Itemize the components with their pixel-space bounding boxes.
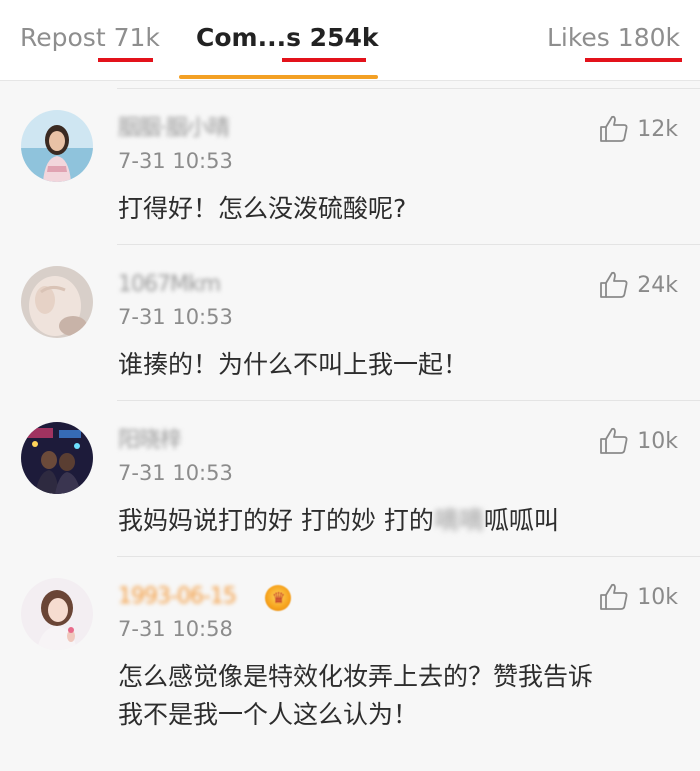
comment-time: 7-31 10:53 xyxy=(118,149,233,173)
like-button[interactable]: 10k xyxy=(599,582,678,612)
tab-comments[interactable]: Com...s 254k xyxy=(196,18,378,62)
comment-item: 1993-06-15 ♛ 7-31 10:58 怎么感觉像是特效化妆弄上去的？赞… xyxy=(0,556,700,771)
like-count: 10k xyxy=(637,584,678,610)
active-tab-indicator xyxy=(179,75,378,79)
thumbs-up-icon xyxy=(600,271,628,298)
comment-text: 我妈妈说打的好 打的妙 打的嘀嘀呱呱叫 xyxy=(118,502,678,540)
comments-count-underline xyxy=(282,58,366,62)
likes-count-underline xyxy=(585,58,682,62)
tab-comments-label: Com...s xyxy=(196,23,301,52)
avatar-image xyxy=(21,110,93,182)
avatar[interactable] xyxy=(21,578,93,650)
vip-crown-icon: ♛ xyxy=(265,585,291,611)
tab-repost-count: 71k xyxy=(113,23,160,52)
like-button[interactable]: 24k xyxy=(599,270,678,300)
comment-time: 7-31 10:53 xyxy=(118,305,233,329)
like-button[interactable]: 10k xyxy=(599,426,678,456)
repost-count-underline xyxy=(98,58,153,62)
comment-text: 打得好！怎么没泼硫酸呢? xyxy=(118,194,407,223)
like-count: 12k xyxy=(637,116,678,142)
comment-text: 怎么感觉像是特效化妆弄上去的？赞我告诉 我不是我一个人这么认为！ xyxy=(118,658,678,734)
comment-username[interactable]: 1993-06-15 xyxy=(118,582,237,612)
tab-likes[interactable]: Likes 180k xyxy=(547,18,680,62)
comment-time: 7-31 10:58 xyxy=(118,617,233,641)
tab-likes-count: 180k xyxy=(617,23,680,52)
thumbs-up-icon xyxy=(600,583,628,610)
thumbs-up-icon xyxy=(600,427,628,454)
comment-username[interactable]: 阳晓梓 xyxy=(118,426,182,456)
avatar[interactable] xyxy=(21,110,93,182)
comment-time: 7-31 10:53 xyxy=(118,461,233,485)
comment-text-part: 我妈妈说打的好 打的妙 打的 xyxy=(118,506,434,535)
avatar[interactable] xyxy=(21,266,93,338)
comment-username[interactable]: 1067Mkm xyxy=(118,270,221,300)
comment-text-blurred: 嘀嘀 xyxy=(433,506,484,535)
comment-item: 胭胭·胭小晴 7-31 10:53 打得好！怎么没泼硫酸呢? 12k xyxy=(0,88,700,244)
avatar-image xyxy=(21,266,93,338)
thumbs-up-icon xyxy=(600,115,628,142)
tab-repost-label: Repost xyxy=(20,23,106,52)
comment-username[interactable]: 胭胭·胭小晴 xyxy=(118,114,230,144)
like-count: 24k xyxy=(637,272,678,298)
comment-text-line: 怎么感觉像是特效化妆弄上去的？赞我告诉 xyxy=(118,662,594,691)
comment-text: 谁揍的！为什么不叫上我一起！ xyxy=(118,350,469,379)
comment-item: 1067Mkm 7-31 10:53 谁揍的！为什么不叫上我一起！ 24k xyxy=(0,244,700,400)
comment-text-part: 呱呱叫 xyxy=(483,506,559,535)
avatar[interactable] xyxy=(21,422,93,494)
comments-screen: Repost 71k Com...s 254k Likes 180k 胭胭·胭小… xyxy=(0,0,700,771)
tab-comments-count: 254k xyxy=(309,23,379,52)
tab-bar: Repost 71k Com...s 254k Likes 180k xyxy=(0,0,700,81)
tab-repost[interactable]: Repost 71k xyxy=(20,18,160,62)
comment-text-line: 我不是我一个人这么认为！ xyxy=(118,700,419,729)
like-count: 10k xyxy=(637,428,678,454)
avatar-image xyxy=(21,422,93,494)
avatar-image xyxy=(21,578,93,650)
like-button[interactable]: 12k xyxy=(599,114,678,144)
tab-likes-label: Likes xyxy=(546,23,610,52)
comment-item: 阳晓梓 7-31 10:53 我妈妈说打的好 打的妙 打的嘀嘀呱呱叫 10k xyxy=(0,400,700,556)
